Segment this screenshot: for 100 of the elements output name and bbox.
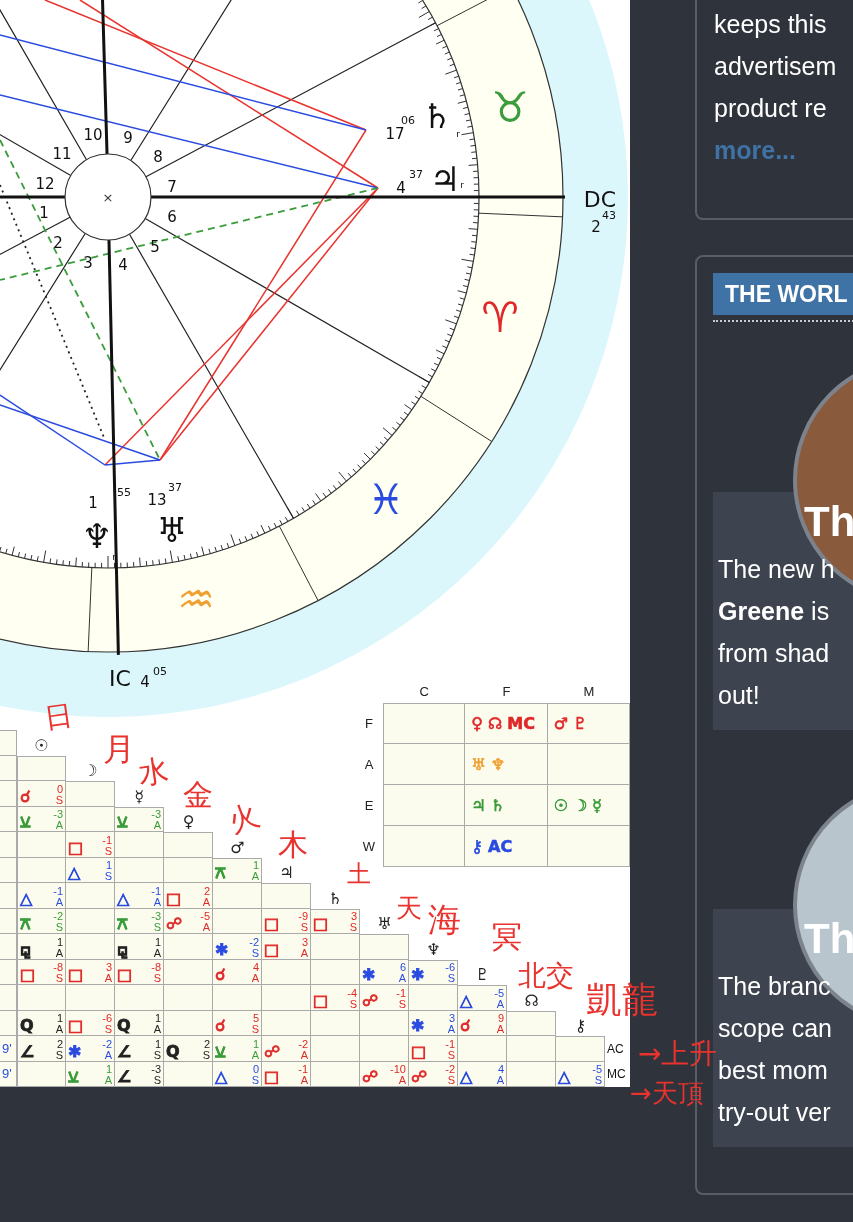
aspect-symbol: ⚻: [20, 915, 31, 933]
paragraph-line: best mom: [718, 1055, 829, 1086]
paragraph-line: The branc: [718, 971, 832, 1002]
aspect-mode: S: [55, 794, 63, 806]
degree-label: 2: [591, 218, 601, 236]
planet-glyph: ♄: [327, 887, 344, 909]
orb-value: -3: [53, 809, 63, 820]
aspect-mode: S: [104, 871, 112, 882]
aspect-symbol: △: [215, 1068, 228, 1086]
minute-label: 55: [117, 486, 131, 499]
aspect-mode: A: [496, 1075, 504, 1086]
chart-point-symbol: MC: [507, 714, 535, 733]
aspect-mode: S: [251, 1075, 259, 1086]
aspect-mode: S: [153, 922, 161, 933]
orb-value: -10: [390, 1064, 406, 1075]
aspect-symbol: □: [264, 1068, 280, 1086]
chart-point-symbol: ♀: [471, 714, 484, 733]
orb-value: -3: [151, 809, 161, 820]
aspect-cell: [164, 985, 213, 1011]
orb-value: -2: [445, 1064, 455, 1075]
handwritten-note: →天頂: [630, 1080, 704, 1106]
aspect-mode: A: [398, 973, 406, 984]
orb-value: 1: [56, 1013, 63, 1024]
house-number: 2: [53, 234, 63, 252]
house-number: 4: [118, 256, 128, 274]
aspect-mode: A: [55, 896, 63, 908]
orb-value: -1: [53, 885, 63, 897]
minute-label: 43: [602, 209, 616, 222]
house-number: 1: [39, 204, 49, 222]
aspect-mode: S: [104, 845, 112, 857]
orb-value: 2: [203, 885, 210, 897]
handwritten-note: 水: [136, 755, 170, 789]
aspect-mode: S: [202, 1049, 210, 1061]
aspect-mode: A: [55, 947, 63, 959]
aspect-mode: A: [398, 1075, 406, 1086]
orb-value: 1: [252, 860, 259, 871]
planet-glyph: ♃: [278, 862, 295, 883]
minute-label: 37: [409, 168, 423, 181]
aspect-mode: A: [153, 820, 161, 831]
chart-point-symbol: ♃: [471, 795, 486, 815]
chart-point-symbol: ☽: [573, 795, 588, 815]
house-number: 7: [167, 178, 177, 196]
aspect-symbol: □: [264, 915, 280, 933]
aspect-symbol: Q: [20, 1017, 34, 1035]
row-header: A: [363, 756, 375, 774]
degree-label: 13: [147, 491, 167, 509]
aspect-mode: S: [153, 1049, 161, 1061]
chart-point-symbol: ⚷: [471, 836, 484, 856]
aspect-mode: A: [153, 896, 161, 908]
orb-value: 9': [2, 1040, 12, 1056]
grid-cell: [0, 985, 17, 1011]
orb-value: 1: [56, 936, 63, 948]
orb-value: -6: [102, 1013, 112, 1024]
aspect-symbol: ⚺: [20, 813, 31, 831]
orb-value: 9': [2, 1066, 12, 1082]
orb-value: 5: [252, 1013, 259, 1024]
aspect-mode: S: [447, 973, 455, 984]
aspect-symbol: △: [460, 1068, 473, 1086]
minute-label: 06: [401, 114, 415, 127]
row-header: E: [363, 797, 375, 815]
orb-value: 3: [301, 936, 308, 948]
aspect-mode: A: [202, 896, 210, 908]
orb-value: -4: [347, 987, 357, 999]
handwritten-note: 火: [224, 798, 264, 838]
row-label: MC: [606, 1066, 627, 1084]
aspect-symbol: △: [20, 889, 33, 908]
planet-glyph: ♂: [229, 836, 246, 858]
degree-label: 1: [88, 494, 98, 512]
paragraph-line: try-out ver: [718, 1097, 832, 1128]
aspect-cell: [507, 1036, 556, 1062]
aspect-symbol: ⚺: [68, 1068, 79, 1086]
aspect-symbol: ☌: [20, 787, 31, 806]
orb-value: -9: [298, 911, 308, 922]
aspect-symbol: ☍: [362, 991, 379, 1010]
more-link[interactable]: more...: [714, 136, 796, 164]
aspect-symbol: □: [313, 991, 329, 1010]
planet-glyph: ♆: [425, 938, 442, 960]
aspect-mode: S: [153, 973, 161, 984]
orb-value: 2: [56, 1038, 63, 1050]
aspect-mode: S: [55, 922, 63, 933]
aspect-symbol: △: [558, 1068, 571, 1086]
orb-value: 1: [154, 1013, 161, 1024]
aspect-mode: S: [55, 973, 63, 984]
chart-point-symbol: ♆: [490, 754, 505, 774]
aspect-mode: A: [104, 1075, 112, 1086]
orb-value: -5: [494, 987, 504, 999]
orb-value: 9: [497, 1013, 504, 1024]
card-title: Th: [804, 914, 853, 964]
aspect-mode: A: [202, 922, 210, 933]
orb-value: -2: [102, 1038, 112, 1050]
house-number: 5: [150, 238, 160, 256]
handwritten-note: 日: [43, 701, 75, 733]
planet-glyph: ☿: [133, 786, 146, 807]
aspect-mode: S: [447, 1049, 455, 1061]
aspect-mode: S: [251, 947, 259, 959]
degree-label: 4: [140, 673, 150, 691]
column-header: M: [582, 683, 596, 701]
card-title: Th: [804, 497, 853, 547]
planet-glyph: ☊: [523, 989, 540, 1011]
orb-value: 2: [203, 1038, 210, 1050]
